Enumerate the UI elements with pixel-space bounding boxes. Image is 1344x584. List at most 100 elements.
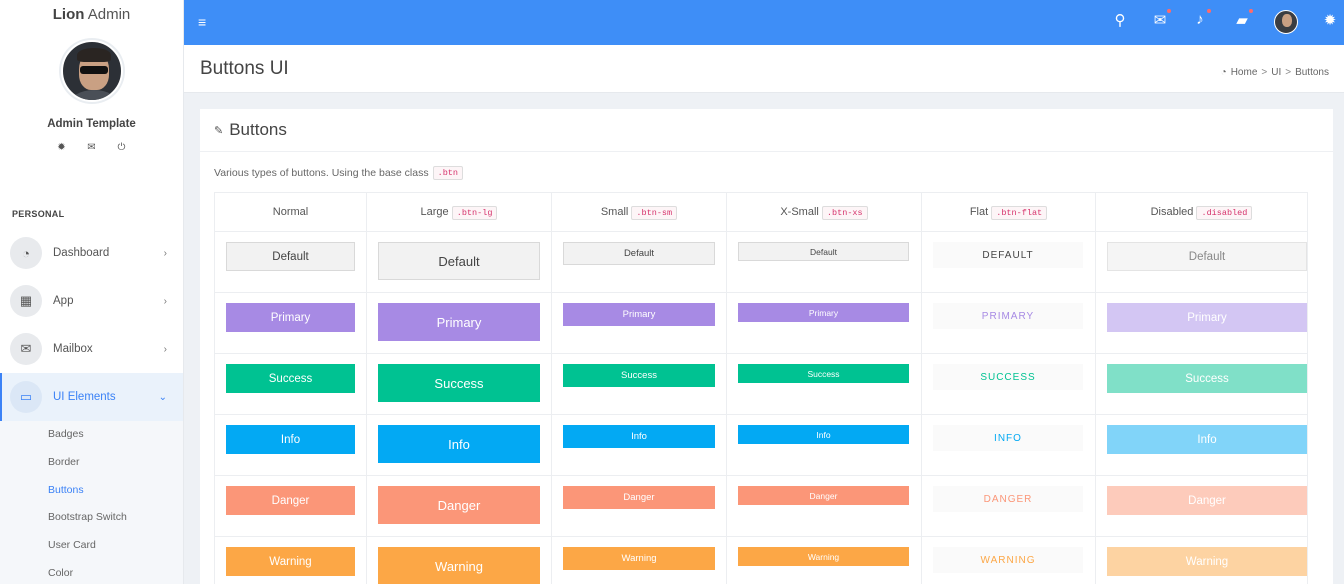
- description-text: Various types of buttons. Using the base…: [214, 167, 429, 179]
- default-normal-button[interactable]: Default: [226, 242, 355, 271]
- table-row: Primary Primary Primary Primary PRIMARY Prima…: [214, 292, 1308, 354]
- column-header: X-Small .btn-xs: [726, 192, 922, 232]
- column-header-label: Disabled: [1150, 206, 1194, 218]
- info-small-button[interactable]: Info: [563, 425, 715, 448]
- column-header-code: .btn-sm: [631, 206, 678, 220]
- settings-icon[interactable]: ✹: [1320, 11, 1340, 29]
- primary-xsmall-button[interactable]: Primary: [738, 303, 909, 322]
- table-cell: Info: [366, 414, 552, 476]
- default-xsmall-button[interactable]: Default: [738, 242, 909, 261]
- mail-icon[interactable]: ✉: [86, 142, 98, 153]
- table-cell: Success: [214, 353, 367, 415]
- table-cell: Default: [726, 231, 922, 293]
- breadcrumb-home[interactable]: Home: [1231, 67, 1258, 78]
- card-header: ✎ Buttons: [200, 109, 1333, 152]
- table-cell: Warning: [551, 536, 727, 584]
- primary-flat-button[interactable]: PRIMARY: [933, 303, 1083, 329]
- primary-normal-button[interactable]: Primary: [226, 303, 355, 332]
- info-large-button[interactable]: Info: [378, 425, 540, 463]
- danger-small-button[interactable]: Danger: [563, 486, 715, 509]
- power-icon[interactable]: ⏻: [116, 142, 128, 153]
- column-header-code: .btn-xs: [821, 206, 868, 220]
- table-header-row: Normal Large .btn-lg Small .btn-sm X-Small …: [214, 192, 1308, 232]
- table-row: Danger Danger Danger Danger DANGER Danger: [214, 475, 1308, 537]
- subnav-item-color[interactable]: Color: [0, 560, 183, 584]
- buttons-card: ✎ Buttons Various types of buttons. Usin…: [200, 109, 1333, 584]
- warning-small-button[interactable]: Warning: [563, 547, 715, 570]
- info-flat-button[interactable]: INFO: [933, 425, 1083, 451]
- sidebar-item-dashboard[interactable]: ◔ Dashboard ›: [0, 229, 183, 277]
- warning-large-button[interactable]: Warning: [378, 547, 540, 584]
- table-cell: DANGER: [921, 475, 1096, 537]
- column-header-code: .btn-lg: [451, 206, 498, 220]
- table-cell: Danger: [214, 475, 367, 537]
- dashboard-icon: ◔: [1220, 67, 1227, 78]
- table-cell: Danger: [366, 475, 552, 537]
- table-cell: Default: [551, 231, 727, 293]
- profile-actions: ✹ ✉ ⏻: [0, 142, 183, 153]
- column-header: Normal: [214, 192, 367, 232]
- warning-xsmall-button[interactable]: Warning: [738, 547, 909, 566]
- table-body: Default Default Default Default DEFAULT Defau…: [214, 231, 1308, 584]
- sidebar-item-app[interactable]: ▦ App ›: [0, 277, 183, 325]
- page-title: Buttons UI: [200, 58, 289, 79]
- warning-flat-button[interactable]: WARNING: [933, 547, 1083, 573]
- success-small-button[interactable]: Success: [563, 364, 715, 387]
- mail-icon[interactable]: ✉: [1150, 9, 1171, 29]
- danger-large-button[interactable]: Danger: [378, 486, 540, 524]
- gear-icon[interactable]: ✹: [56, 142, 68, 153]
- subnav-item-bootstrap-switch[interactable]: Bootstrap Switch: [0, 504, 183, 532]
- primary-small-button[interactable]: Primary: [563, 303, 715, 326]
- default-flat-button[interactable]: DEFAULT: [933, 242, 1083, 268]
- sidebar: Lion Admin Admin Template ✹ ✉ ⏻ PERSONAL…: [0, 0, 184, 584]
- danger-flat-button[interactable]: DANGER: [933, 486, 1083, 512]
- column-header: Disabled .disabled: [1095, 192, 1308, 232]
- success-flat-button[interactable]: SUCCESS: [933, 364, 1083, 390]
- info-xsmall-button[interactable]: Info: [738, 425, 909, 444]
- hamburger-icon[interactable]: ≡: [198, 14, 206, 30]
- subnav-item-border[interactable]: Border: [0, 449, 183, 477]
- breadcrumb-separator: >: [1285, 67, 1292, 78]
- default-small-button[interactable]: Default: [563, 242, 715, 265]
- user-avatar[interactable]: [1274, 10, 1298, 34]
- danger-xsmall-button[interactable]: Danger: [738, 486, 909, 505]
- chat-icon[interactable]: ▰: [1232, 9, 1253, 29]
- grid-icon: ▦: [10, 285, 42, 317]
- subnav-item-badges[interactable]: Badges: [0, 421, 183, 449]
- sidebar-item-ui-elements[interactable]: ▭ UI Elements ⌄: [0, 373, 183, 421]
- brand-logo[interactable]: Lion Admin: [0, 0, 183, 32]
- table-cell: Warning: [366, 536, 552, 584]
- default-large-button[interactable]: Default: [378, 242, 540, 280]
- table-cell: Success: [1095, 353, 1308, 415]
- sidebar-item-mailbox[interactable]: ✉ Mailbox ›: [0, 325, 183, 373]
- topbar: ≡ ⚲ ✉ ♪ ▰ ✹: [184, 0, 1344, 45]
- subnav-item-user-card[interactable]: User Card: [0, 532, 183, 560]
- table-cell: Success: [726, 353, 922, 415]
- sidebar-item-label: UI Elements: [53, 391, 116, 403]
- column-header-label: Flat: [969, 206, 989, 218]
- danger-disabled-button: Danger: [1107, 486, 1307, 515]
- column-header-label: Large: [420, 206, 449, 218]
- column-header-label: Normal: [272, 206, 309, 218]
- danger-normal-button[interactable]: Danger: [226, 486, 355, 515]
- table-cell: Default: [1095, 231, 1308, 293]
- table-cell: Warning: [1095, 536, 1308, 584]
- table-cell: Default: [366, 231, 552, 293]
- warning-disabled-button: Warning: [1107, 547, 1307, 576]
- search-icon[interactable]: ⚲: [1110, 11, 1130, 29]
- breadcrumb: ◔ Home > UI > Buttons: [1221, 67, 1329, 78]
- info-normal-button[interactable]: Info: [226, 425, 355, 454]
- success-large-button[interactable]: Success: [378, 364, 540, 402]
- success-normal-button[interactable]: Success: [226, 364, 355, 393]
- success-xsmall-button[interactable]: Success: [738, 364, 909, 383]
- table-cell: Primary: [214, 292, 367, 354]
- description-code: .btn: [432, 166, 463, 180]
- table-cell: Success: [551, 353, 727, 415]
- breadcrumb-ui[interactable]: UI: [1271, 67, 1281, 78]
- bell-icon[interactable]: ♪: [1190, 9, 1211, 28]
- column-header-label: X-Small: [780, 206, 819, 218]
- profile-avatar[interactable]: [60, 40, 123, 102]
- warning-normal-button[interactable]: Warning: [226, 547, 355, 576]
- primary-large-button[interactable]: Primary: [378, 303, 540, 341]
- subnav-item-buttons[interactable]: Buttons: [0, 477, 183, 505]
